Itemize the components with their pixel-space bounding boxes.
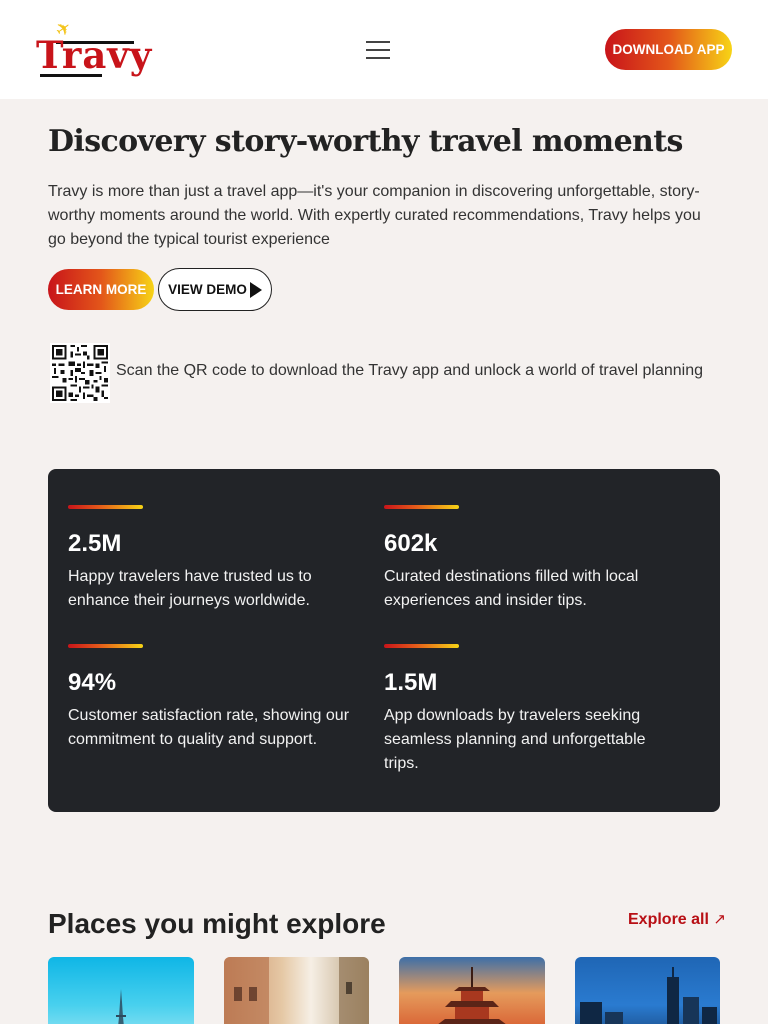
explore-all-link[interactable]: Explore all ↗ <box>628 909 726 931</box>
stat-description: Happy travelers have trusted us to enhan… <box>68 568 312 609</box>
learn-more-button[interactable]: LEARN MORE <box>48 269 154 310</box>
hamburger-icon[interactable] <box>366 40 390 60</box>
stat-satisfaction: 94% Customer satisfaction rate, showing … <box>68 644 368 752</box>
logo-bar-bottom <box>40 74 102 77</box>
places-title: Places you might explore <box>48 908 386 939</box>
qr-caption: Scan the QR code to download the Travy a… <box>116 362 704 379</box>
arrow-up-right-icon: ↗ <box>713 911 726 928</box>
logo-text: Travy <box>36 33 153 77</box>
stat-accent-bar <box>68 505 143 509</box>
stat-description: Customer satisfaction rate, showing our … <box>68 707 350 748</box>
skyline-image <box>580 967 717 1024</box>
stat-accent-bar <box>384 505 459 509</box>
stat-description: App downloads by travelers seeking seaml… <box>384 707 646 772</box>
hero-title: Discovery story-worthy travel moments <box>48 124 683 159</box>
travy-logo[interactable]: ✈ Travy <box>34 16 151 80</box>
view-demo-button[interactable]: VIEW DEMO <box>158 268 272 311</box>
stat-accent-bar <box>384 644 459 648</box>
stat-destinations: 602k Curated destinations filled with lo… <box>384 505 684 613</box>
place-card-venice[interactable] <box>224 957 369 1024</box>
stat-value: 1.5M <box>384 669 438 696</box>
download-app-button[interactable]: DOWNLOAD APP <box>605 29 732 70</box>
stat-accent-bar <box>68 644 143 648</box>
explore-all-label: Explore all <box>628 911 709 928</box>
stat-travelers: 2.5M Happy travelers have trusted us to … <box>68 505 368 613</box>
stat-description: Curated destinations filled with local e… <box>384 568 639 609</box>
play-icon <box>249 281 262 298</box>
stats-panel: 2.5M Happy travelers have trusted us to … <box>48 469 720 812</box>
stat-value: 2.5M <box>68 530 122 557</box>
pagoda-image <box>438 967 506 1024</box>
place-card-new-york[interactable] <box>575 957 720 1024</box>
place-card-paris[interactable] <box>48 957 194 1024</box>
qr-code[interactable] <box>50 343 110 403</box>
stat-value: 602k <box>384 530 438 557</box>
place-card-japan[interactable] <box>399 957 545 1024</box>
eiffel-tower-image <box>116 989 126 1024</box>
view-demo-label: VIEW DEMO <box>168 282 247 297</box>
street-image <box>224 957 369 1024</box>
stat-value: 94% <box>68 669 117 696</box>
site-header: ✈ Travy DOWNLOAD APP <box>0 0 768 99</box>
hero-description: Travy is more than just a travel app—it'… <box>48 183 701 248</box>
stat-downloads: 1.5M App downloads by travelers seeking … <box>384 644 684 776</box>
